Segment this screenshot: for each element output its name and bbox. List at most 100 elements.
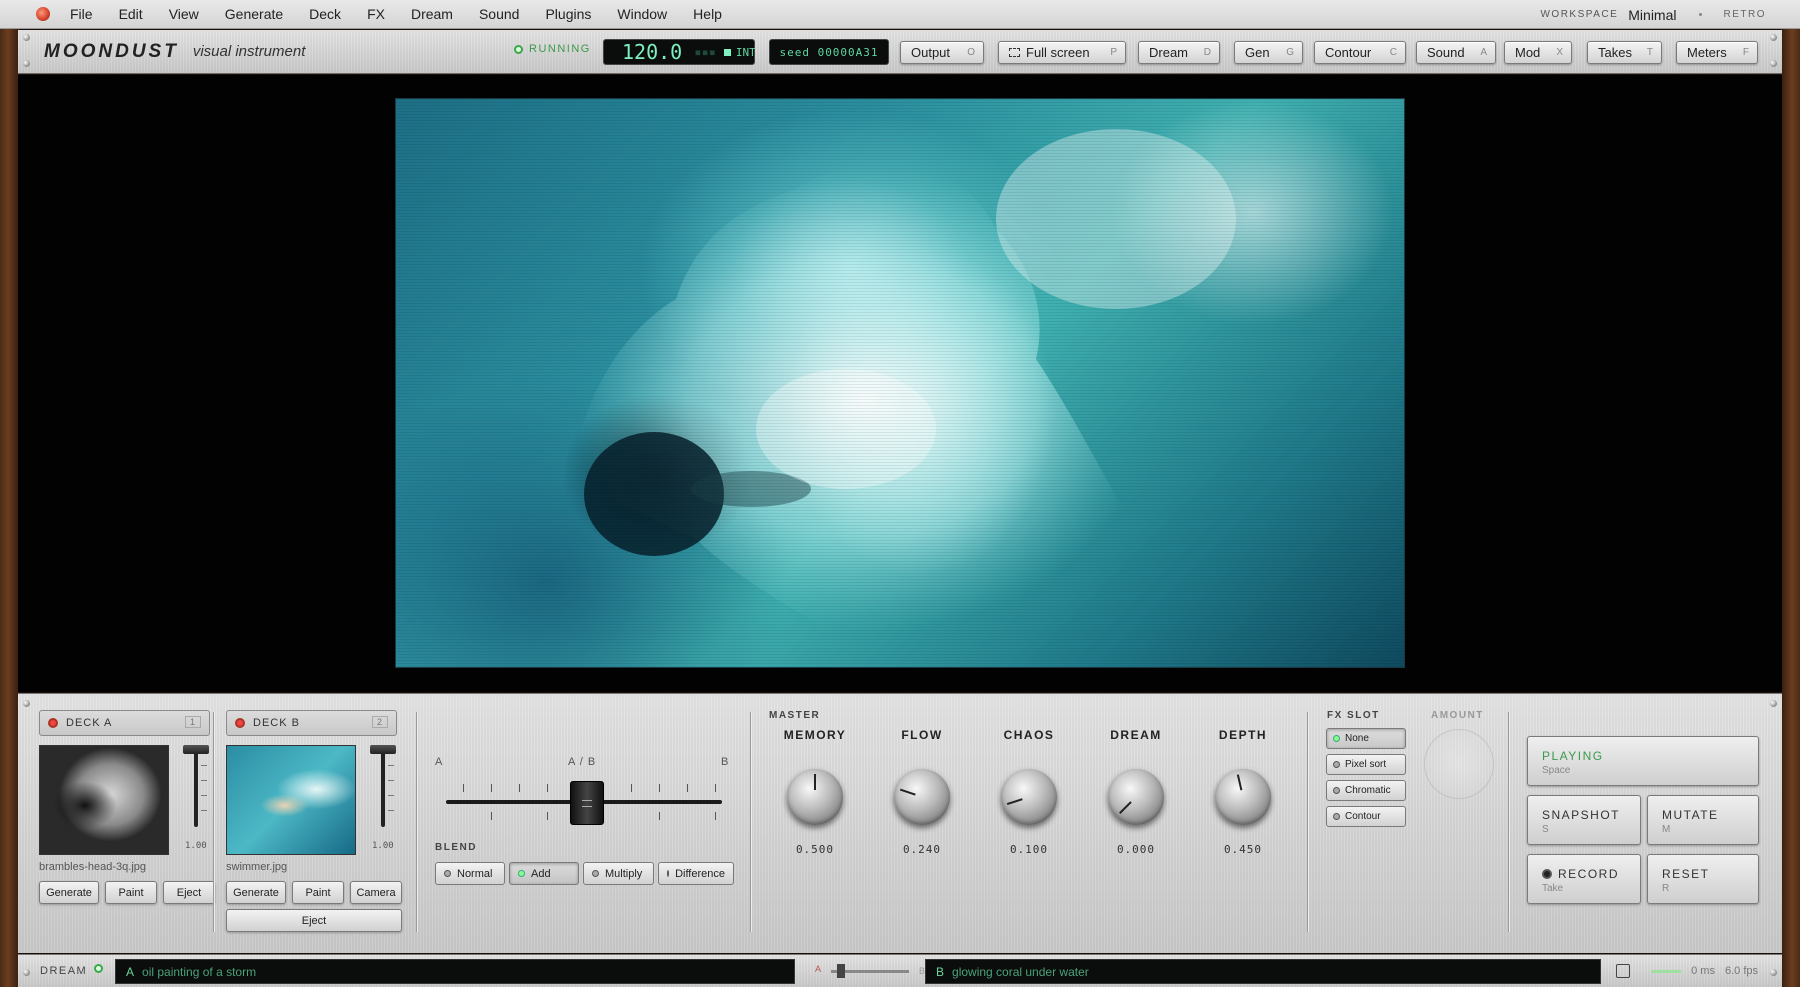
gen-button[interactable]: Gen G: [1234, 41, 1303, 64]
blend-add-button[interactable]: Add: [509, 862, 579, 885]
retro-toggle[interactable]: RETRO: [1724, 9, 1767, 20]
workspace-selector[interactable]: WORKSPACE Minimal RETRO: [1540, 0, 1766, 29]
toolbar: MOONDUST visual instrument RUNNING 120.0…: [18, 30, 1782, 74]
deck-b-camera-button[interactable]: Camera: [350, 881, 402, 904]
blend-difference-button[interactable]: Difference: [658, 862, 734, 885]
control-panel: DECK A 1 1.00 brambles-head-3q.jpg Gener…: [18, 693, 1782, 953]
mutate-button[interactable]: MUTATE M: [1647, 795, 1759, 845]
deck-a-eject-button[interactable]: Eject: [163, 881, 215, 904]
deck-b-eject-button[interactable]: Eject: [226, 909, 402, 932]
output-button[interactable]: Output O: [900, 41, 984, 64]
fader-tick: [201, 780, 207, 781]
fader-tick: [388, 780, 394, 781]
knob-needle: [899, 788, 916, 796]
dream-button[interactable]: Dream D: [1138, 41, 1220, 64]
record-icon: [1542, 869, 1552, 879]
deck-a-paint-button[interactable]: Paint: [105, 881, 157, 904]
fader-cap[interactable]: [183, 745, 209, 754]
menu-dream[interactable]: Dream: [411, 6, 453, 22]
output-key: O: [967, 47, 975, 58]
deck-b-generate-button[interactable]: Generate: [226, 881, 286, 904]
app-logo-icon[interactable]: [36, 7, 50, 21]
menu-edit[interactable]: Edit: [119, 6, 143, 22]
dream-led-icon[interactable]: [94, 964, 103, 973]
menu-generate[interactable]: Generate: [225, 6, 283, 22]
deck-b-thumbnail[interactable]: [226, 745, 356, 855]
blend-multiply-button[interactable]: Multiply: [583, 862, 654, 885]
activity-meter: [1651, 969, 1682, 973]
takes-button[interactable]: Takes T: [1587, 41, 1662, 64]
menu-fx[interactable]: FX: [367, 6, 385, 22]
deck-b-header[interactable]: DECK B 2: [226, 710, 397, 736]
clock-source[interactable]: INT: [723, 46, 756, 59]
deck-b-paint-button[interactable]: Paint: [292, 881, 344, 904]
screw-icon: [1770, 969, 1777, 976]
prompt-mix-fader[interactable]: A B: [815, 964, 925, 978]
deck-a-header[interactable]: DECK A 1: [39, 710, 210, 736]
seed-display[interactable]: seed 00000A31: [769, 39, 889, 65]
sound-button[interactable]: Sound A: [1416, 41, 1496, 64]
fader-cap[interactable]: [370, 745, 396, 754]
menu-plugins[interactable]: Plugins: [545, 6, 591, 22]
memory-value: 0.500: [795, 843, 835, 856]
depth-knob[interactable]: [1215, 769, 1271, 825]
gen-label: Gen: [1245, 45, 1270, 60]
fader-tick: [463, 784, 464, 792]
gen-key: G: [1286, 47, 1294, 58]
menu-help[interactable]: Help: [693, 6, 722, 22]
contour-button[interactable]: Contour C: [1314, 41, 1406, 64]
prompt-fader-a-label: A: [815, 964, 822, 974]
dream-knob[interactable]: [1108, 769, 1164, 825]
bpm-display[interactable]: 120.0 ▪▪▪ INT: [603, 39, 756, 65]
playing-key: Space: [1542, 765, 1571, 776]
crossfader-ab-label: A / B: [568, 756, 597, 768]
fx-chromatic-button[interactable]: Chromatic: [1326, 780, 1406, 801]
flow-knob[interactable]: [894, 769, 950, 825]
deck-b-led-icon: [235, 718, 245, 728]
knob-needle: [1006, 798, 1023, 806]
deck-a-level-fader[interactable]: 1.00: [181, 745, 211, 855]
menu-window[interactable]: Window: [617, 6, 667, 22]
chaos-knob[interactable]: [1001, 769, 1057, 825]
deck-a-led-icon: [48, 718, 58, 728]
prompt-b-field[interactable]: B glowing coral under water: [925, 959, 1601, 984]
fullscreen-icon: [1009, 48, 1020, 57]
playing-button[interactable]: PLAYING Space: [1527, 736, 1759, 786]
blend-normal-button[interactable]: Normal: [435, 862, 505, 885]
screw-icon: [1770, 60, 1777, 67]
fx-contour-button[interactable]: Contour: [1326, 806, 1406, 827]
dice-icon[interactable]: [1616, 964, 1630, 978]
fullscreen-button[interactable]: Full screen P: [998, 41, 1126, 64]
fader-tick: [659, 784, 660, 792]
mod-button[interactable]: Mod X: [1504, 41, 1572, 64]
fx-none-button[interactable]: None: [1326, 728, 1406, 749]
fx-pixel-sort-button[interactable]: Pixel sort: [1326, 754, 1406, 775]
menubar: File Edit View Generate Deck FX Dream So…: [0, 0, 1800, 29]
menu-file[interactable]: File: [70, 6, 93, 22]
fader-cap[interactable]: [837, 964, 845, 978]
radio-dot-icon: [1333, 813, 1340, 820]
fader-tick: [388, 795, 394, 796]
record-button[interactable]: RECORD Take: [1527, 854, 1641, 904]
dream-bar: DREAM A oil painting of a storm A B B gl…: [18, 954, 1782, 987]
output-viewport[interactable]: [395, 98, 1405, 668]
crossfader-cap[interactable]: [570, 781, 604, 825]
menu-sound[interactable]: Sound: [479, 6, 519, 22]
memory-knob[interactable]: [787, 769, 843, 825]
fader-tick: [491, 784, 492, 792]
deck-a-thumbnail[interactable]: [39, 745, 169, 855]
amount-knob[interactable]: [1424, 729, 1494, 799]
deck-a-generate-button[interactable]: Generate: [39, 881, 99, 904]
prompt-a-field[interactable]: A oil painting of a storm: [115, 959, 795, 984]
fx-none-label: None: [1345, 733, 1369, 744]
fader-tick: [547, 812, 548, 820]
workspace-value[interactable]: Minimal: [1628, 7, 1676, 23]
menu-deck[interactable]: Deck: [309, 6, 341, 22]
meters-button[interactable]: Meters F: [1676, 41, 1758, 64]
deck-b-level-fader[interactable]: 1.00: [368, 745, 398, 855]
reset-button[interactable]: RESET R: [1647, 854, 1759, 904]
snapshot-button[interactable]: SNAPSHOT S: [1527, 795, 1641, 845]
menu-view[interactable]: View: [169, 6, 199, 22]
fader-tick: [687, 784, 688, 792]
latency-value: 0 ms: [1691, 965, 1715, 977]
